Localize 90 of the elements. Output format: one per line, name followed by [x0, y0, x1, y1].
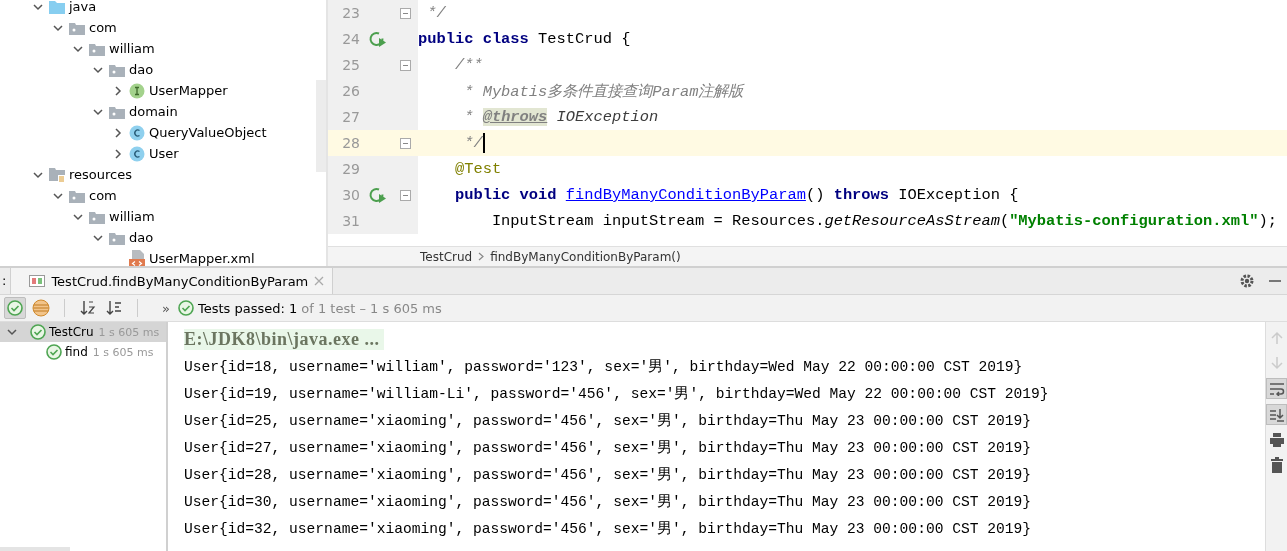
code-line: InputStream inputStream = Resources.getResourceAsStream("Mybatis-configuration.xml"); [490, 212, 1277, 230]
code-line: /** [453, 56, 483, 74]
fold-icon[interactable] [400, 137, 411, 149]
console-output: User{id=32, username='xiaoming', password='456', sex='男', birthday=Thu May 23 00:00:00 CST 2019} [184, 520, 1031, 538]
run-icon[interactable] [368, 30, 388, 48]
run-tab[interactable]: TestCrud.findByManyConditionByParam [10, 268, 334, 294]
chevron-icon[interactable] [112, 126, 124, 139]
line-number: 23 [341, 5, 360, 21]
more-button[interactable]: » [162, 300, 170, 316]
line-number: 31 [341, 213, 360, 229]
xml-file-icon [129, 249, 145, 266]
console-output: User{id=18, username='william', password='123', sex='男', birthday=Wed May 22 00:00:00 CST 2019} [184, 358, 1023, 376]
fold-icon[interactable] [400, 189, 411, 201]
line-number: 25 [341, 57, 360, 73]
fold-icon[interactable] [400, 7, 411, 19]
tree-item-label[interactable]: com [89, 188, 117, 203]
class-icon [129, 124, 145, 141]
chevron-icon[interactable] [112, 84, 124, 97]
wrap-icon[interactable] [1268, 381, 1285, 396]
line-number: 28 [341, 135, 360, 151]
package-icon [109, 62, 125, 77]
console-output: User{id=25, username='xiaoming', password='456', sex='男', birthday=Thu May 23 00:00:00 CST 2019} [184, 412, 1031, 430]
text-cursor [482, 133, 485, 153]
tree-item-label[interactable]: domain [129, 104, 178, 119]
interface-icon [129, 82, 145, 99]
console-output: User{id=28, username='xiaoming', password='456', sex='男', birthday=Thu May 23 00:00:00 CST 2019} [184, 466, 1031, 484]
package-icon [109, 104, 125, 119]
chevron-icon[interactable] [112, 147, 124, 160]
code-line: */ [463, 134, 483, 152]
passed-icon [177, 300, 194, 316]
tree-item-label[interactable]: william [109, 209, 155, 224]
package-icon [89, 41, 105, 56]
tree-item-label[interactable]: dao [129, 230, 154, 245]
tree-item-label[interactable]: User [149, 146, 179, 161]
package-icon [69, 20, 85, 35]
chevron-icon [478, 252, 485, 261]
console-output: User{id=27, username='xiaoming', password='456', sex='男', birthday=Thu May 23 00:00:00 CST 2019} [184, 439, 1031, 457]
test-duration: 1 s 605 ms [92, 345, 154, 359]
close-icon [314, 276, 325, 286]
tree-item-label[interactable]: java [69, 0, 97, 14]
sort-icon[interactable] [80, 300, 96, 316]
tree-item-label[interactable]: dao [129, 62, 154, 77]
code-line: * @throws IOException [463, 108, 659, 126]
line-number: 30 [341, 187, 360, 203]
line-number: 26 [341, 83, 360, 99]
test-name[interactable]: TestCru [49, 325, 94, 339]
scrollbar-thumb[interactable] [316, 80, 326, 172]
code-line: public void findByManyConditionByParam() throws IOException { [453, 186, 1019, 204]
settings-icon [1239, 273, 1255, 289]
breadcrumb[interactable]: TestCrud [420, 249, 473, 264]
line-number: 27 [341, 109, 360, 125]
fold-icon[interactable] [400, 59, 411, 71]
console-command: E:\JDK8\bin\java.exe ... [184, 329, 384, 350]
tree-item-label[interactable]: william [109, 41, 155, 56]
chevron-icon[interactable] [6, 326, 18, 338]
tree-item-label[interactable]: com [89, 20, 117, 35]
run-icon[interactable] [368, 186, 388, 204]
console-output: User{id=19, username='william-Li', password='456', sex='男', birthday=Wed May 22 00:00:00 CST 2019} [184, 385, 1049, 403]
class-icon [129, 145, 145, 162]
print-icon[interactable] [1269, 433, 1284, 447]
passed-icon [30, 324, 46, 340]
package-icon [109, 230, 125, 245]
test-run-icon [29, 275, 46, 287]
line-number: 24 [341, 31, 360, 47]
code-line: public class TestCrud { [418, 30, 631, 48]
code-line: @Test [453, 160, 502, 178]
show-passed-icon[interactable] [7, 300, 23, 316]
status-text: Tests passed: 1 [197, 300, 298, 316]
trash-icon[interactable] [1270, 457, 1283, 473]
package-icon [89, 209, 105, 224]
status-detail: of 1 test – 1 s 605 ms [301, 300, 442, 316]
tree-item-label[interactable]: UserMapper.xml [149, 251, 255, 266]
passed-icon [46, 344, 62, 360]
sort-list-icon[interactable] [106, 300, 122, 316]
breadcrumb[interactable]: findByManyConditionByParam() [490, 249, 681, 264]
console-output: User{id=30, username='xiaoming', password='456', sex='男', birthday=Thu May 23 00:00:00 CST 2019} [184, 493, 1031, 511]
tree-item-label[interactable]: QueryValueObject [149, 125, 267, 140]
scroll-to-end-icon[interactable] [1268, 407, 1285, 422]
line-number: 29 [341, 161, 360, 177]
resource-folder-icon [49, 166, 65, 183]
code-line: */ [426, 4, 446, 22]
folder-icon [49, 0, 65, 14]
tree-item-label[interactable]: resources [69, 167, 132, 182]
code-line: * Mybatis多条件直接查询Param注解版 [463, 81, 744, 102]
tree-item-label[interactable]: UserMapper [149, 83, 228, 98]
minimize-icon [1269, 279, 1281, 283]
test-duration: 1 s 605 ms [98, 325, 160, 339]
test-name[interactable]: find [65, 345, 88, 359]
package-icon [69, 188, 85, 203]
tab-edge: : [1, 272, 8, 290]
